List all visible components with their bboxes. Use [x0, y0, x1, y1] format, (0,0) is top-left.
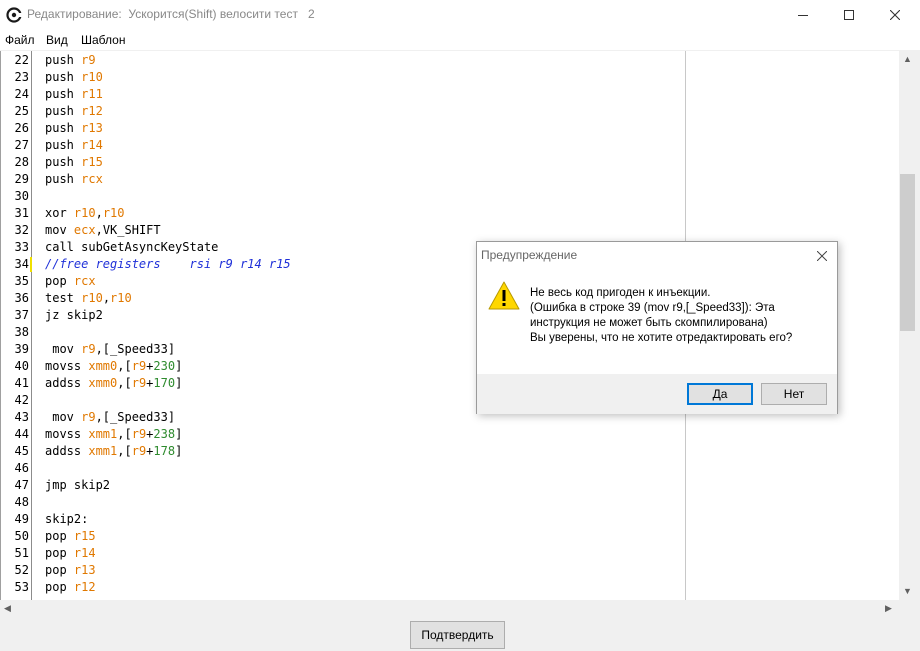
code-line: mov r9,[_Speed33] — [45, 410, 176, 424]
maximize-button[interactable] — [826, 0, 872, 30]
code-line: jmp skip2 — [45, 478, 111, 492]
close-icon — [817, 251, 827, 261]
line-number: 52 — [14, 563, 29, 577]
line-number: 40 — [14, 359, 29, 373]
code-line: xor r10,r10 — [45, 206, 125, 220]
line-number: 39 — [14, 342, 29, 356]
code-line: pop rcx — [45, 274, 96, 288]
maximize-icon — [844, 10, 854, 20]
line-number: 50 — [14, 529, 29, 543]
line-number: 28 — [14, 155, 29, 169]
code-line: pop r14 — [45, 546, 96, 560]
code-line: jz skip2 — [45, 308, 103, 322]
code-line: call subGetAsyncKeyState — [45, 240, 219, 254]
line-number: 37 — [14, 308, 29, 322]
warning-icon — [488, 281, 520, 310]
line-number: 31 — [14, 206, 29, 220]
code-line: movss xmm0,[r9+230] — [45, 359, 183, 373]
dialog-message-line: инструкция не может быть скомпилирована) — [530, 317, 768, 329]
line-number: 25 — [14, 104, 29, 118]
code-line: skip2: — [45, 512, 89, 526]
line-number: 44 — [14, 427, 29, 441]
close-button[interactable] — [872, 0, 918, 30]
code-line: mov r9,[_Speed33] — [45, 342, 176, 356]
code-line: pop r12 — [45, 580, 96, 594]
code-line: //free registers rsi r9 r14 r15 — [45, 257, 291, 271]
line-number-gutter: 22 23 24 25 26 27 28 29 30 31 32 33 34 35 36 37 38 39 40 41… — [1, 51, 32, 600]
dialog-close-button[interactable] — [808, 243, 836, 269]
line-number: 30 — [14, 189, 29, 203]
line-number: 22 — [14, 53, 29, 67]
code-line: mov ecx,VK_SHIFT — [45, 223, 161, 237]
line-number: 53 — [14, 580, 29, 594]
editor-window: Редактирование: Ускорится(Shift) велосит… — [0, 0, 920, 651]
dialog-message-line: (Ошибка в строке 39 (mov r9,[_Speed33]):… — [530, 302, 775, 314]
code-line: push r12 — [45, 104, 103, 118]
minimize-button[interactable] — [780, 0, 826, 30]
warning-dialog: Предупреждение Не весь код пригоден к ин… — [476, 241, 838, 414]
line-number: 41 — [14, 376, 29, 390]
code-line: pop r13 — [45, 563, 96, 577]
line-number: 27 — [14, 138, 29, 152]
code-line: push r15 — [45, 155, 103, 169]
line-number: 23 — [14, 70, 29, 84]
scroll-down-icon[interactable]: ▼ — [903, 586, 912, 596]
menu-bar: Файл Вид Шаблон — [0, 30, 920, 50]
line-number: 49 — [14, 512, 29, 526]
code-line: addss xmm0,[r9+170] — [45, 376, 183, 390]
line-number: 36 — [14, 291, 29, 305]
line-number: 38 — [14, 325, 29, 339]
menu-template[interactable]: Шаблон — [81, 33, 125, 47]
window-title: Редактирование: Ускорится(Shift) велосит… — [27, 7, 315, 21]
dialog-title: Предупреждение — [481, 248, 578, 262]
code-line: addss xmm1,[r9+178] — [45, 444, 183, 458]
cheat-engine-icon — [6, 7, 22, 23]
line-number: 42 — [14, 393, 29, 407]
code-line: push rcx — [45, 172, 103, 186]
line-number: 26 — [14, 121, 29, 135]
scroll-right-icon[interactable]: ▶ — [885, 603, 892, 614]
line-number: 33 — [14, 240, 29, 254]
bottom-bar: Подтвердить — [0, 617, 920, 651]
vertical-scrollbar[interactable]: ▲ ▼ — [899, 51, 916, 600]
line-number: 35 — [14, 274, 29, 288]
code-line: test r10,r10 — [45, 291, 132, 305]
code-line: push r10 — [45, 70, 103, 84]
menu-file[interactable]: Файл — [5, 33, 35, 47]
code-line: push r13 — [45, 121, 103, 135]
line-number: 48 — [14, 495, 29, 509]
title-bar[interactable]: Редактирование: Ускорится(Shift) велосит… — [0, 0, 920, 30]
current-line-marker — [30, 257, 32, 272]
line-number: 51 — [14, 546, 29, 560]
scroll-up-icon[interactable]: ▲ — [903, 54, 912, 64]
line-number: 29 — [14, 172, 29, 186]
minimize-icon — [798, 15, 808, 16]
line-number: 47 — [14, 478, 29, 492]
dialog-message: Не весь код пригоден к инъекции. (Ошибка… — [530, 286, 830, 346]
dialog-message-line: Вы уверены, что не хотите отредактироват… — [530, 332, 793, 344]
line-number: 32 — [14, 223, 29, 237]
line-number: 34 — [14, 257, 29, 271]
scroll-left-icon[interactable]: ◀ — [4, 603, 11, 614]
vertical-scroll-thumb[interactable] — [900, 174, 915, 331]
yes-button[interactable]: Да — [687, 383, 753, 405]
code-line: push r11 — [45, 87, 103, 101]
line-number: 45 — [14, 444, 29, 458]
code-line: push r14 — [45, 138, 103, 152]
horizontal-scrollbar[interactable]: ◀ ▶ — [0, 600, 899, 617]
code-line: pop r15 — [45, 529, 96, 543]
line-number: 24 — [14, 87, 29, 101]
dialog-footer: Да Нет — [477, 374, 837, 414]
line-number: 43 — [14, 410, 29, 424]
close-icon — [890, 10, 900, 20]
no-button[interactable]: Нет — [761, 383, 827, 405]
menu-view[interactable]: Вид — [46, 33, 68, 47]
line-number: 46 — [14, 461, 29, 475]
dialog-message-line: Не весь код пригоден к инъекции. — [530, 287, 711, 299]
code-line: push r9 — [45, 53, 96, 67]
confirm-button[interactable]: Подтвердить — [410, 621, 505, 649]
code-line: movss xmm1,[r9+238] — [45, 427, 183, 441]
